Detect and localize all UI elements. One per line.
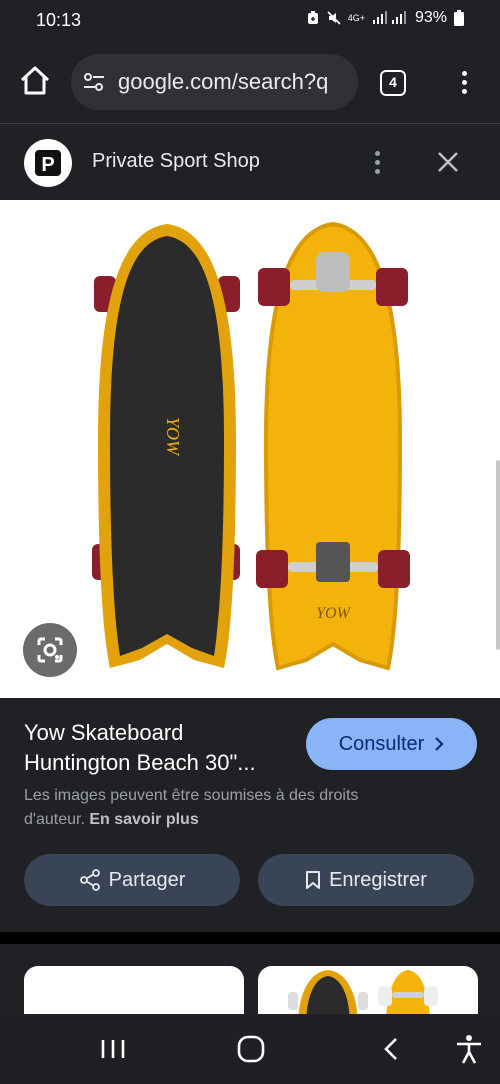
signal-icon — [372, 11, 406, 24]
chevron-right-icon — [435, 737, 444, 751]
source-header: P Private Sport Shop — [0, 124, 500, 200]
result-info: Yow Skateboard Huntington Beach 30"... C… — [0, 698, 500, 932]
visit-button[interactable]: Consulter — [306, 718, 477, 770]
back-icon[interactable] — [376, 1034, 410, 1064]
share-button[interactable]: Partager — [24, 854, 240, 906]
related-images — [0, 944, 500, 1014]
copyright-notice: Les images peuvent être soumises à des d… — [24, 784, 404, 832]
site-settings-icon[interactable] — [83, 72, 105, 92]
section-divider — [0, 932, 500, 944]
more-vert-icon[interactable] — [454, 68, 474, 98]
status-time: 10:13 — [36, 10, 82, 30]
system-nav-bar — [0, 1014, 500, 1084]
svg-text:YOW: YOW — [163, 417, 183, 457]
svg-text:YOW: YOW — [316, 605, 351, 622]
mute-icon — [327, 11, 341, 25]
tabs-icon[interactable]: 4 — [380, 70, 406, 96]
source-more-icon[interactable] — [367, 148, 387, 178]
site-name[interactable]: Private Sport Shop — [92, 150, 260, 173]
google-lens-icon — [37, 637, 63, 663]
share-label: Partager — [108, 868, 186, 891]
bookmark-icon — [306, 871, 321, 889]
result-title[interactable]: Yow Skateboard Huntington Beach 30"... — [24, 718, 294, 778]
close-icon[interactable] — [434, 148, 462, 176]
url-text[interactable]: google.com/search?q — [118, 69, 353, 95]
lens-button[interactable] — [23, 623, 77, 677]
related-image-2-graphic — [288, 970, 438, 1014]
private-sport-shop-logo-icon: P — [35, 150, 61, 176]
related-image-2[interactable] — [258, 966, 478, 1014]
nav-home-icon[interactable] — [234, 1034, 268, 1064]
product-image[interactable]: YOW YOW — [0, 200, 500, 698]
skateboard-deck-top: YOW — [92, 224, 240, 668]
battery-saver-icon — [307, 11, 318, 24]
status-bar: 10:13 4G+ 93% — [0, 0, 500, 40]
network-type: 4G+ — [347, 12, 365, 23]
recents-icon[interactable] — [96, 1034, 130, 1064]
battery-percent: 93% — [414, 9, 447, 26]
related-image-1-graphic — [24, 966, 244, 1014]
skateboard-deck-bottom: YOW — [256, 221, 410, 671]
battery-icon — [454, 10, 464, 26]
browser-toolbar: google.com/search?q 4 — [0, 40, 500, 124]
save-button[interactable]: Enregistrer — [258, 854, 474, 906]
image-scrollbar[interactable] — [496, 460, 500, 650]
status-icons: 4G+ 93% — [306, 9, 464, 27]
svg-text:P: P — [41, 154, 54, 176]
learn-more-link[interactable]: En savoir plus — [89, 811, 198, 828]
home-icon[interactable] — [18, 64, 52, 98]
save-label: Enregistrer — [329, 868, 427, 891]
accessibility-icon[interactable] — [452, 1034, 486, 1064]
share-icon — [79, 869, 100, 891]
related-image-1[interactable] — [24, 966, 244, 1014]
site-favicon[interactable]: P — [24, 139, 72, 187]
visit-button-label: Consulter — [338, 732, 425, 755]
url-bar[interactable]: google.com/search?q — [71, 54, 358, 110]
